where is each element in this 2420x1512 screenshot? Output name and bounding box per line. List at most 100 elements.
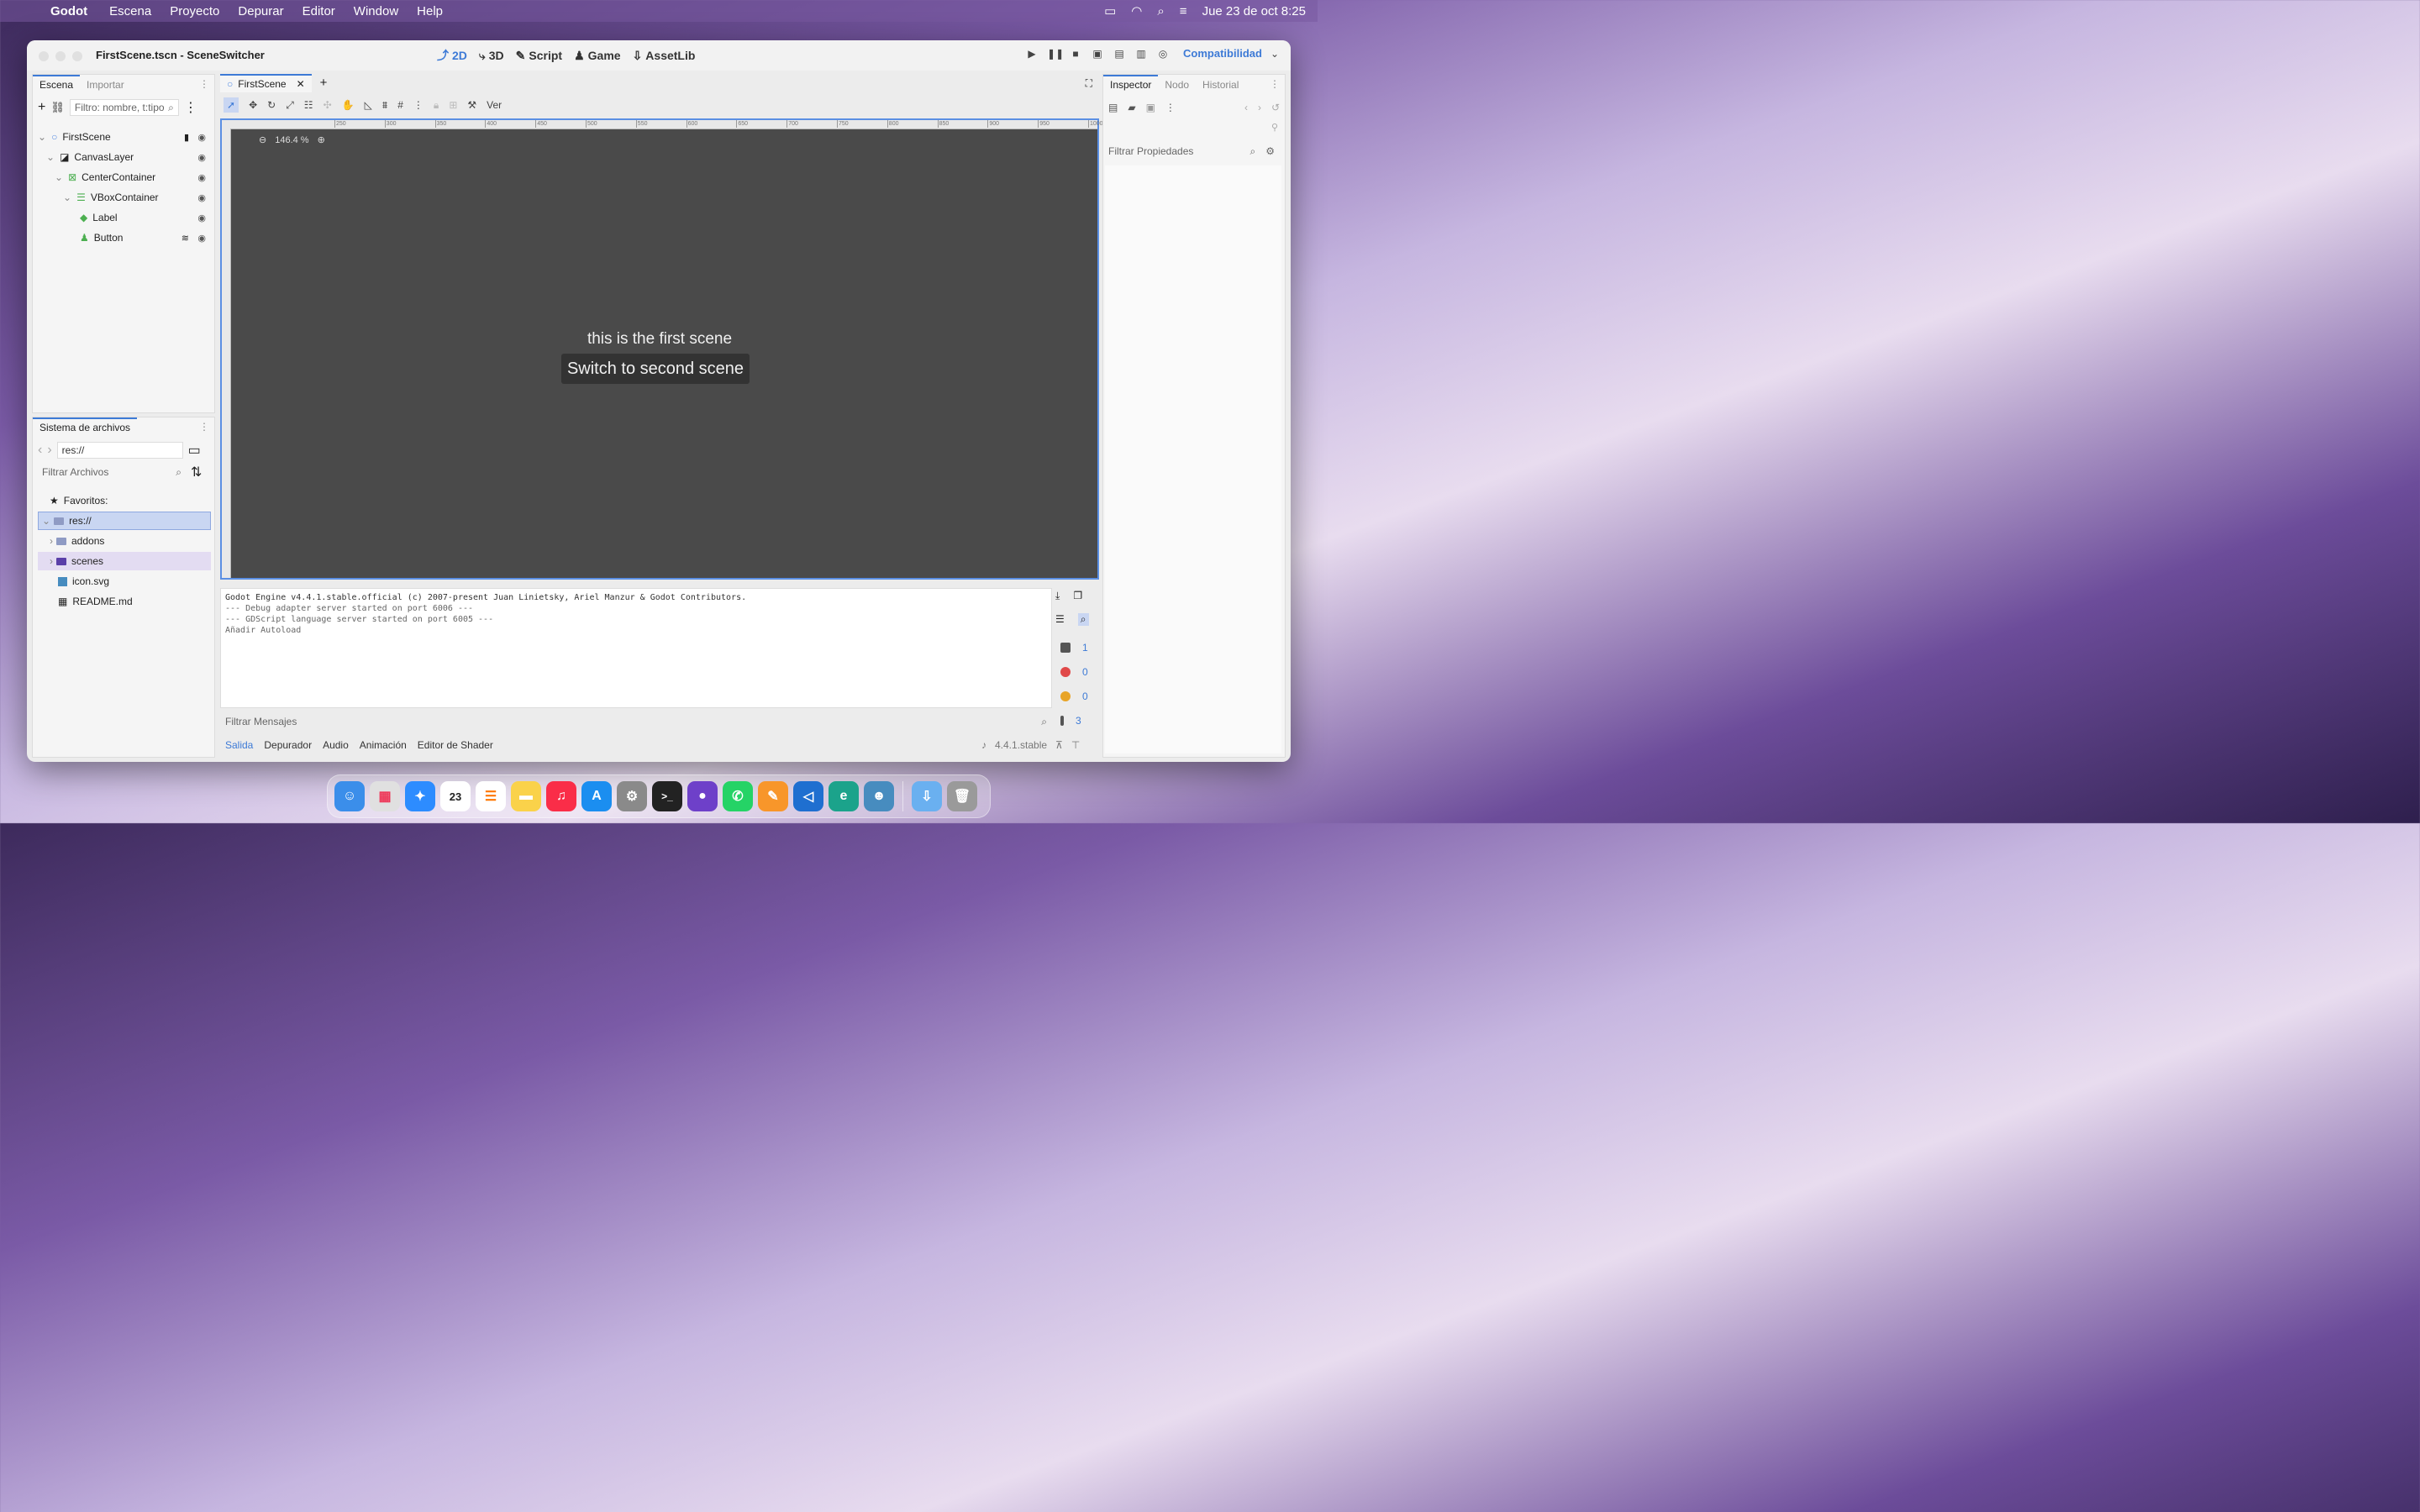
visibility-eye-icon[interactable]: ◉ — [197, 192, 206, 203]
safari-icon[interactable]: ✦ — [405, 781, 435, 811]
visibility-eye-icon[interactable]: ◉ — [197, 213, 206, 223]
menu-help[interactable]: Help — [417, 4, 443, 18]
whatsapp-icon[interactable]: ✆ — [723, 781, 753, 811]
menu-app-name[interactable]: Godot — [50, 4, 87, 18]
fs-item-addons[interactable]: › addons — [46, 532, 211, 550]
scale-tool-icon[interactable]: ⤢ — [286, 99, 294, 112]
tab-importar[interactable]: Importar — [80, 76, 131, 93]
fs-item-readme[interactable]: ▦ README.md — [58, 592, 133, 611]
collapse-icon[interactable]: ☰ — [1055, 613, 1065, 626]
chevron-down-icon[interactable]: ⌄ — [1270, 48, 1279, 60]
pin-icon[interactable]: ⊼ — [1055, 739, 1063, 751]
file-filter-input[interactable]: Filtrar Archivos ⌕ — [38, 464, 186, 480]
tab-audio[interactable]: Audio — [323, 739, 349, 751]
tab-firstscene[interactable]: ○ FirstScene ✕ — [220, 74, 312, 92]
visibility-eye-icon[interactable]: ◉ — [197, 152, 206, 163]
terminal-icon[interactable]: >_ — [652, 781, 682, 811]
tab-nodo[interactable]: Nodo — [1158, 76, 1196, 93]
split-view-icon[interactable]: ▭ — [188, 442, 201, 459]
tab-animacion[interactable]: Animación — [360, 739, 407, 751]
error-count-toggle[interactable]: 0 — [1055, 661, 1096, 683]
github-icon[interactable]: ● — [687, 781, 718, 811]
move-tool-icon[interactable]: ✥ — [249, 99, 257, 111]
group-icon[interactable]: ⊞ — [449, 99, 457, 111]
menu-window[interactable]: Window — [354, 4, 398, 18]
save-icon[interactable]: ▣ — [1146, 102, 1155, 113]
grid-snap-icon[interactable]: # — [397, 99, 403, 111]
launchpad-icon[interactable]: ▦ — [370, 781, 400, 811]
link-icon[interactable]: ⛓ — [50, 101, 65, 114]
dock-menu-icon[interactable]: ⋮ — [199, 78, 209, 90]
tab-depurador[interactable]: Depurador — [264, 739, 312, 751]
forward-icon[interactable]: › — [47, 443, 51, 458]
remote-debug-icon[interactable]: ▣ — [1091, 48, 1104, 60]
tab-editor-shader[interactable]: Editor de Shader — [418, 739, 493, 751]
pan-tool-icon[interactable]: ✋ — [342, 99, 355, 111]
scene-filter-input[interactable]: Filtro: nombre, t:tipo ⌕ — [69, 99, 179, 116]
traffic-lights[interactable] — [39, 51, 82, 61]
vertical-ruler[interactable] — [222, 129, 231, 578]
zoom-in-icon[interactable]: ⊕ — [318, 134, 325, 145]
tab-filesystem[interactable]: Sistema de archivos — [33, 417, 138, 436]
play-icon[interactable]: ▶ — [1025, 48, 1039, 60]
more-icon[interactable]: ⋮ — [413, 99, 424, 111]
add-node-icon[interactable]: + — [38, 100, 45, 115]
tab-inspector[interactable]: Inspector — [1103, 75, 1159, 93]
calendar-icon[interactable]: 23 — [440, 781, 471, 811]
horizontal-ruler[interactable]: 250 300 350 400 450 500 550 600 650 700 750 800 850 9… — [222, 120, 1103, 129]
tree-node-vboxcontainer[interactable]: ⌄ ☰ VBoxContainer ◉ — [63, 187, 213, 207]
add-tab-icon[interactable]: + — [312, 73, 336, 92]
dock-menu-icon[interactable]: ⋮ — [199, 421, 209, 433]
mode-2d-button[interactable]: ⤴ 2D — [437, 47, 467, 64]
select-tool-icon[interactable]: ➚ — [224, 97, 239, 113]
lock-icon[interactable]: 🔒︎ — [434, 99, 439, 112]
mode-assetlib-button[interactable]: ⇩ AssetLib — [633, 47, 696, 64]
pages-icon[interactable]: ✎ — [758, 781, 788, 811]
movie-maker-icon[interactable]: ◎ — [1156, 48, 1170, 60]
filter-settings-icon[interactable]: ⚙ — [1265, 145, 1275, 158]
expand-panel-icon[interactable]: ⊤ — [1071, 739, 1080, 751]
system-settings-icon[interactable]: ⚙ — [617, 781, 647, 811]
new-resource-icon[interactable]: ▤ — [1108, 102, 1118, 113]
trash-icon[interactable]: 🗑︎ — [947, 781, 977, 811]
bone-icon[interactable]: ⚒ — [467, 99, 476, 111]
visibility-eye-icon[interactable]: ◉ — [197, 132, 206, 143]
more-icon[interactable]: ⋮ — [1165, 102, 1176, 113]
play-custom-scene-icon[interactable]: ▥ — [1134, 48, 1148, 60]
tree-node-label[interactable]: ◆ Label ◉ — [80, 207, 213, 228]
smart-snap-icon[interactable]: ⩩ — [382, 99, 387, 112]
favorites-header[interactable]: ★ Favoritos: — [50, 491, 108, 510]
history-forward-icon[interactable]: › — [1258, 102, 1261, 113]
pivot-tool-icon[interactable]: ✣ — [324, 99, 332, 111]
dock-menu-icon[interactable]: ⋮ — [1270, 78, 1280, 90]
search-icon[interactable]: ⌕ — [1077, 613, 1089, 626]
notes-icon[interactable]: ▬ — [511, 781, 541, 811]
play-scene-icon[interactable]: ▤ — [1113, 48, 1126, 60]
fs-item-scenes[interactable]: › scenes — [38, 552, 211, 570]
object-history-icon[interactable]: ↺ — [1271, 102, 1280, 113]
control-center-icon[interactable]: ≡ — [1180, 4, 1187, 18]
canvas-viewport[interactable]: 250 300 350 400 450 500 550 600 650 700 750 800 850 9… — [220, 118, 1103, 580]
tree-node-canvaslayer[interactable]: ⌄ ◪ CanvasLayer ◉ — [46, 147, 213, 167]
copy-icon[interactable]: ❐ — [1073, 590, 1082, 602]
script-attached-icon[interactable]: ▮ — [184, 132, 189, 143]
mode-3d-button[interactable]: ⤷ 3D — [479, 47, 504, 64]
sort-icon[interactable]: ⇅ — [191, 464, 202, 480]
menu-editor[interactable]: Editor — [302, 4, 335, 18]
pause-icon[interactable]: ❚❚ — [1047, 48, 1064, 60]
finder-icon[interactable]: ☺ — [334, 781, 365, 811]
stop-icon[interactable]: ■ — [1069, 48, 1082, 60]
notification-bell-icon[interactable]: ♪ — [981, 739, 986, 751]
close-icon[interactable]: ✕ — [297, 78, 305, 90]
godot-icon[interactable]: ☻ — [864, 781, 894, 811]
music-icon[interactable]: ♫ — [546, 781, 576, 811]
property-filter-input[interactable]: Filtrar Propiedades ⌕ ⚙ — [1103, 142, 1280, 160]
distraction-free-icon[interactable]: ⛶ — [1086, 77, 1092, 90]
more-icon[interactable]: ⋮ — [184, 99, 197, 116]
clock[interactable]: Jue 23 de oct 8:25 — [1202, 4, 1306, 18]
back-icon[interactable]: ‹ — [38, 443, 42, 458]
tree-node-firstscene[interactable]: ⌄ ○ FirstScene ▮ ◉ — [38, 127, 213, 147]
path-input[interactable]: res:// — [56, 442, 183, 459]
message-filter-input[interactable]: Filtrar Mensajes ⌕ — [220, 712, 1052, 731]
open-docs-icon[interactable]: ⚲ — [1271, 122, 1278, 133]
